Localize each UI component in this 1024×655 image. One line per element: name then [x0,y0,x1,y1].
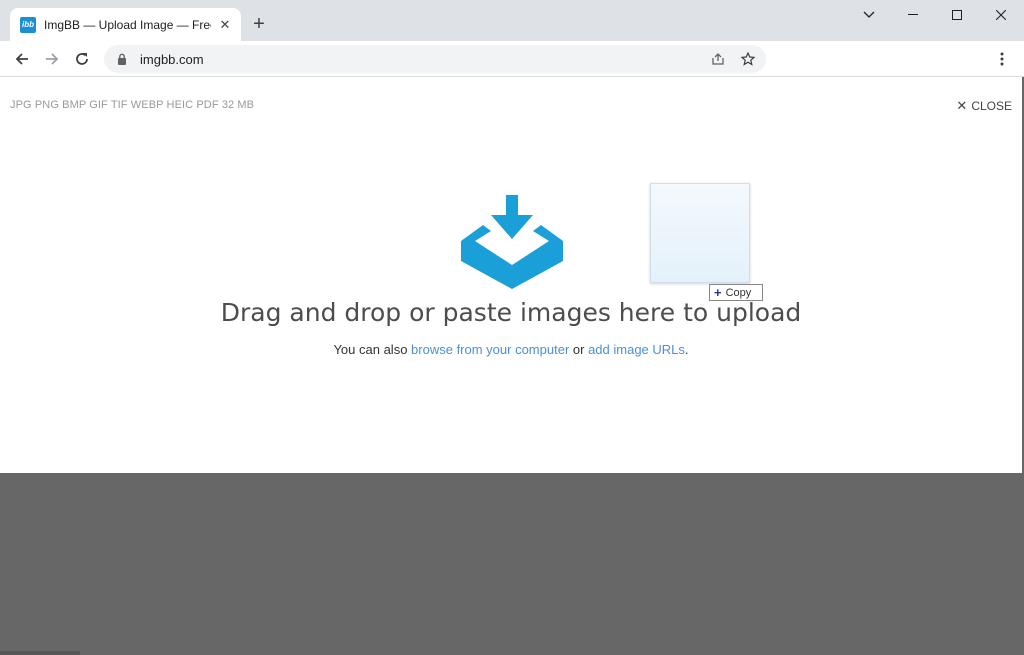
dragged-image-preview [650,183,750,283]
imgbb-favicon-icon: ibb [20,16,36,33]
new-tab-button[interactable]: + [248,13,270,35]
share-icon[interactable] [708,49,728,69]
arrow-left-icon [15,53,28,65]
address-bar[interactable]: imgbb.com [104,45,766,73]
close-button[interactable]: ✕ CLOSE [956,98,1012,114]
tab-title: ImgBB — Upload Image — Free [44,17,211,32]
subtext-suffix: . [684,342,689,357]
back-button[interactable] [9,46,35,72]
subtext-or: or [569,342,589,357]
upload-panel[interactable]: JPG PNG BMP GIF TIF WEBP HEIC PDF 32 MB … [0,77,1022,473]
copy-tooltip-label: Copy [725,286,752,299]
kebab-menu-icon[interactable] [992,46,1012,72]
reload-button[interactable] [69,46,95,72]
close-label: CLOSE [971,99,1012,113]
browser-titlebar: ibb ImgBB — Upload Image — Free ✕ + [0,0,1024,41]
plus-icon: + [714,285,722,300]
arrow-right-icon [46,53,59,65]
maximize-button[interactable] [934,0,980,30]
supported-formats: JPG PNG BMP GIF TIF WEBP HEIC PDF 32 MB [10,99,255,111]
star-icon[interactable] [738,49,758,69]
upload-subtext: You can also browse from your computer o… [0,342,1022,357]
lock-icon[interactable] [116,52,128,66]
forward-button[interactable] [39,46,65,72]
tab-close-icon[interactable]: ✕ [217,17,233,33]
window-close-button[interactable] [978,0,1024,30]
url-text[interactable]: imgbb.com [140,52,204,67]
subtext-prefix: You can also [333,342,412,357]
taskbar-edge [0,651,80,655]
minimize-button[interactable] [890,0,936,30]
reload-icon [76,53,88,65]
page-title: Drag and drop or paste images here to up… [220,298,802,327]
drag-copy-tooltip: + Copy [709,284,763,301]
browse-computer-link[interactable]: browse from your computer [411,342,569,357]
browser-tab[interactable]: ibb ImgBB — Upload Image — Free ✕ [10,8,241,41]
browser-toolbar: imgbb.com [0,41,1024,77]
upload-tray-icon [461,195,563,289]
tab-search-icon[interactable] [846,0,892,30]
close-icon: ✕ [956,98,968,113]
add-image-urls-link[interactable]: add image URLs [588,342,685,357]
